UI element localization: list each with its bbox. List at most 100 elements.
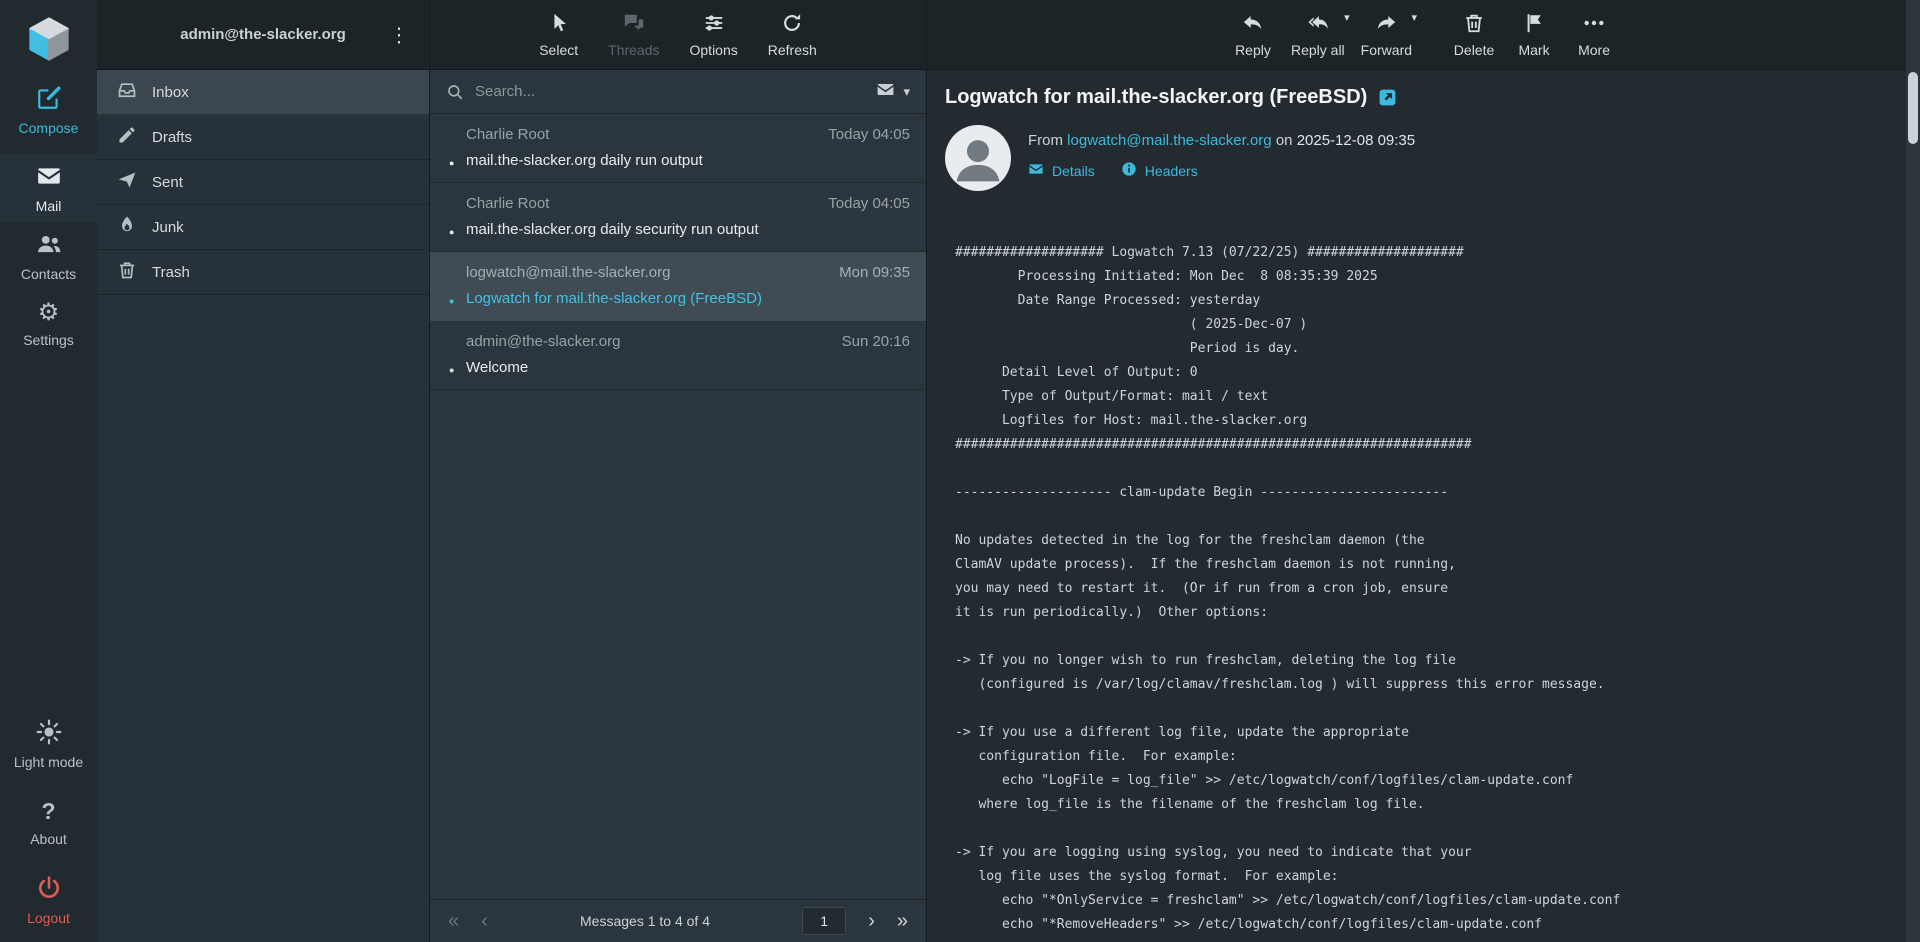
light-mode-toggle[interactable]: Light mode — [0, 710, 97, 778]
message-row-selected[interactable]: logwatch@mail.the-slacker.org Mon 09:35 … — [430, 252, 926, 321]
compose-icon — [36, 85, 62, 114]
pagination-status: Messages 1 to 4 of 4 — [510, 913, 780, 929]
message-from: admin@the-slacker.org — [466, 333, 620, 350]
message-view: Logwatch for mail.the-slacker.org (FreeB… — [927, 70, 1920, 942]
reply-all-icon — [1307, 12, 1329, 37]
threads-icon — [623, 12, 645, 37]
account-email: admin@the-slacker.org — [180, 26, 346, 43]
cursor-icon — [548, 12, 570, 37]
sidebar-item-label: Contacts — [21, 266, 76, 282]
message-meta: From logwatch@mail.the-slacker.org on 20… — [1028, 125, 1415, 180]
message-row[interactable]: Charlie Root Today 04:05 ● mail.the-slac… — [430, 183, 926, 252]
info-icon — [1121, 161, 1137, 180]
details-link[interactable]: Details — [1028, 161, 1095, 180]
external-link-icon[interactable] — [1378, 88, 1397, 107]
reply-button[interactable]: Reply — [1231, 12, 1275, 58]
options-button[interactable]: Options — [690, 12, 738, 58]
about-button[interactable]: ? About — [0, 788, 97, 856]
folder-item-trash[interactable]: Trash — [97, 250, 429, 295]
search-bar: ▾ — [430, 70, 926, 114]
sidebar-item-mail[interactable]: Mail — [0, 154, 97, 222]
last-page-icon[interactable]: » — [897, 911, 908, 931]
ellipsis-icon — [1583, 12, 1605, 37]
folder-label: Sent — [152, 174, 183, 191]
search-scope-dropdown[interactable]: ▾ — [876, 80, 910, 104]
folder-actions-menu-icon[interactable]: ⋮ — [383, 20, 415, 49]
message-subject: mail.the-slacker.org daily run output — [466, 152, 910, 169]
unread-dot-icon: ● — [449, 296, 454, 306]
message-from: Charlie Root — [466, 195, 549, 212]
sidebar-item-label: Compose — [19, 120, 79, 136]
pagination-bar: « ‹ Messages 1 to 4 of 4 › » — [430, 899, 926, 942]
headers-link[interactable]: Headers — [1121, 161, 1198, 180]
search-input[interactable] — [475, 83, 865, 100]
delete-button[interactable]: Delete — [1452, 12, 1496, 58]
folder-item-inbox[interactable]: Inbox — [97, 70, 429, 115]
page-number-input[interactable] — [802, 907, 846, 935]
folder-item-drafts[interactable]: Drafts — [97, 115, 429, 160]
logout-button[interactable]: Logout — [0, 866, 97, 934]
spacer — [0, 144, 97, 154]
prev-page-icon[interactable]: ‹ — [481, 911, 488, 931]
scrollbar-thumb[interactable] — [1908, 72, 1918, 144]
search-icon — [446, 83, 464, 101]
toolbar-label: More — [1578, 42, 1610, 58]
sender-email-link[interactable]: logwatch@mail.the-slacker.org — [1067, 132, 1271, 149]
webmail-app: Compose Mail Contacts — [0, 0, 1920, 942]
chevron-down-icon[interactable]: ▾ — [1412, 11, 1418, 24]
sidebar-item-settings[interactable]: ⚙ Settings — [0, 290, 97, 358]
mark-button[interactable]: Mark — [1512, 12, 1556, 58]
message-header: From logwatch@mail.the-slacker.org on 20… — [945, 125, 1900, 191]
next-page-icon[interactable]: › — [868, 911, 875, 931]
first-page-icon[interactable]: « — [448, 911, 459, 931]
gear-icon: ⚙ — [38, 300, 60, 326]
message-subject: Welcome — [466, 359, 910, 376]
folders-pane: admin@the-slacker.org ⋮ Inbox — [97, 0, 430, 942]
folder-list: Inbox Drafts Sent — [97, 70, 429, 295]
sidebar-item-contacts[interactable]: Contacts — [0, 222, 97, 290]
contacts-icon — [36, 231, 62, 260]
sidebar-item-compose[interactable]: Compose — [0, 76, 97, 144]
inbox-icon — [117, 80, 137, 104]
folder-item-junk[interactable]: Junk — [97, 205, 429, 250]
sidebar-item-label: Light mode — [14, 754, 83, 770]
headers-label: Headers — [1145, 163, 1198, 179]
refresh-button[interactable]: Refresh — [768, 12, 817, 58]
trash-icon — [117, 260, 137, 284]
chevron-down-icon: ▾ — [903, 84, 910, 100]
message-row[interactable]: Charlie Root Today 04:05 ● mail.the-slac… — [430, 114, 926, 183]
toolbar-label: Threads — [608, 42, 659, 58]
chevron-down-icon[interactable]: ▾ — [1344, 11, 1350, 24]
reply-all-button[interactable]: ▾ Reply all — [1291, 12, 1345, 58]
message-date: Today 04:05 — [828, 195, 910, 212]
toolbar-label: Reply all — [1291, 42, 1345, 58]
message-date: Sun 20:16 — [842, 333, 910, 350]
from-line: From logwatch@mail.the-slacker.org on 20… — [1028, 132, 1415, 149]
folder-label: Trash — [152, 264, 190, 281]
subject-text: Logwatch for mail.the-slacker.org (FreeB… — [945, 86, 1367, 109]
message-subject: mail.the-slacker.org daily security run … — [466, 221, 910, 238]
app-logo[interactable] — [0, 6, 97, 76]
reply-icon — [1242, 12, 1264, 37]
folder-label: Drafts — [152, 129, 192, 146]
folder-label: Junk — [152, 219, 184, 236]
scrollbar-track[interactable] — [1906, 0, 1920, 942]
pencil-icon — [117, 125, 137, 149]
message-row[interactable]: admin@the-slacker.org Sun 20:16 ● Welcom… — [430, 321, 926, 390]
folder-item-sent[interactable]: Sent — [97, 160, 429, 205]
more-button[interactable]: More — [1572, 12, 1616, 58]
message-view-pane: Reply ▾ Reply all ▾ F — [927, 0, 1920, 942]
threads-button[interactable]: Threads — [608, 12, 659, 58]
sender-avatar — [945, 125, 1011, 191]
toolbar-label: Options — [690, 42, 738, 58]
forward-icon — [1375, 12, 1397, 37]
message-subject: Logwatch for mail.the-slacker.org (FreeB… — [466, 290, 910, 307]
forward-button[interactable]: ▾ Forward — [1361, 12, 1412, 58]
select-button[interactable]: Select — [539, 12, 578, 58]
message-toolbar: Reply ▾ Reply all ▾ F — [927, 0, 1920, 70]
flag-icon — [1523, 12, 1545, 37]
sidebar-item-label: Logout — [27, 910, 70, 926]
from-label: From — [1028, 132, 1063, 149]
unread-dot-icon: ● — [449, 365, 454, 375]
toolbar-label: Refresh — [768, 42, 817, 58]
